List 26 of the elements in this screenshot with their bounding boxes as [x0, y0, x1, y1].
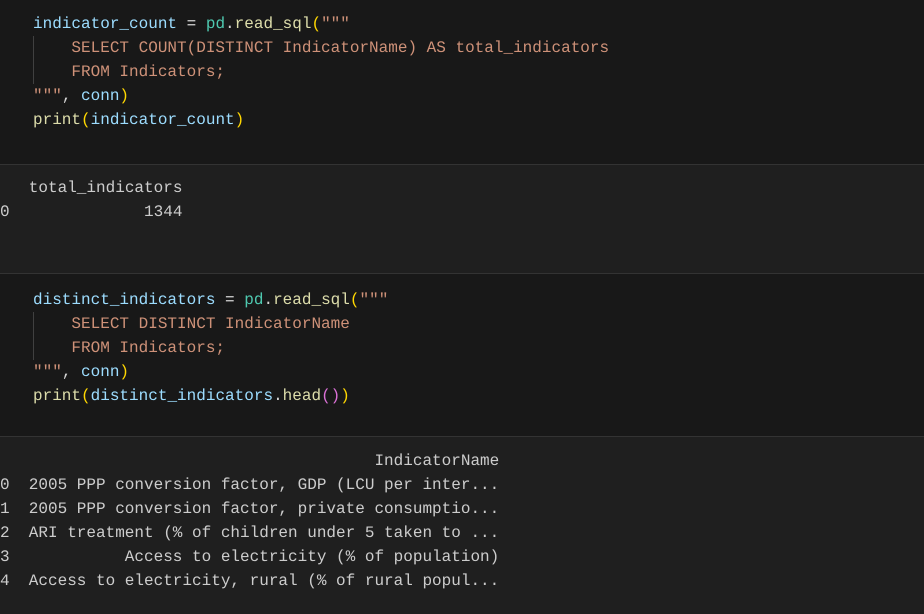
code-line: """, conn) [33, 362, 130, 383]
table-cell-text: ARI treatment (% of children under 5 taken to ... [28, 523, 500, 544]
row-index: 2 [0, 523, 10, 544]
row-index: 0 [0, 475, 10, 496]
code-line: FROM Indicators; [70, 62, 226, 83]
table-cell-text: Access to electricity (% of population) [124, 547, 500, 568]
row-index: 3 [0, 547, 10, 568]
code-line: indicator_count = pd.read_sql(""" [33, 14, 350, 35]
row-index: 4 [0, 571, 10, 592]
table-cell-text: 2005 PPP conversion factor, GDP (LCU per inter... [28, 475, 500, 496]
column-header: IndicatorName [373, 451, 500, 472]
code-line: distinct_indicators = pd.read_sql(""" [33, 290, 388, 311]
table-cell-text: 1344 [144, 202, 182, 223]
table-cell-text: Access to electricity, rural (% of rural popul... [28, 571, 500, 592]
code-line: SELECT DISTINCT IndicatorName [70, 314, 350, 335]
row-index: 0 [0, 202, 10, 223]
code-line: print(distinct_indicators.head()) [33, 386, 350, 407]
code-cell[interactable]: distinct_indicators = pd.read_sql(""" SELECT DISTINCT IndicatorName FROM Indicators; """, conn) print(distinct_indicators.head()) [0, 273, 924, 436]
code-line: """, conn) [33, 86, 130, 107]
code-line: FROM Indicators; [70, 338, 226, 359]
code-line: print(indicator_count) [33, 110, 244, 131]
column-header: total_indicators [28, 178, 182, 199]
row-index: 1 [0, 499, 10, 520]
code-cell[interactable]: indicator_count = pd.read_sql(""" SELECT COUNT(DISTINCT IndicatorName) AS total_indicators FROM Indicators; """, conn) print(indicator_count) [0, 0, 924, 164]
table-cell-text: 2005 PPP conversion factor, private consumptio... [28, 499, 500, 520]
code-line: SELECT COUNT(DISTINCT IndicatorName) AS total_indicators [70, 38, 610, 59]
